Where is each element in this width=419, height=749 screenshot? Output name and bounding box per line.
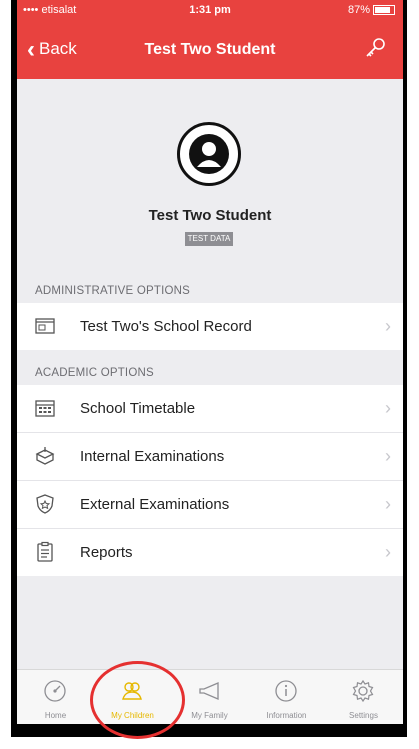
tab-label: Information	[266, 711, 307, 720]
chevron-right-icon: ›	[385, 446, 391, 466]
gauge-icon	[44, 680, 66, 702]
tab-my-family[interactable]: My Family	[171, 670, 248, 724]
chevron-right-icon: ›	[385, 494, 391, 514]
tab-label: My Family	[191, 711, 228, 720]
list-item-school-record[interactable]: Test Two's School Record ›	[17, 303, 403, 350]
list-item-label: External Examinations	[80, 496, 230, 513]
info-icon	[275, 680, 297, 702]
person-icon	[189, 134, 229, 174]
tab-bar: Home My Children My Family Information S…	[17, 669, 403, 724]
list-item-internal-examinations[interactable]: Internal Examinations ›	[17, 433, 403, 481]
clipboard-icon	[37, 541, 53, 562]
badge-shield-icon	[36, 494, 54, 514]
app-screen: •••• etisalat 1:31 pm 87% ‹ Back Test Tw…	[17, 0, 403, 724]
section-header-administrative: ADMINISTRATIVE OPTIONS	[17, 269, 403, 303]
tab-information[interactable]: Information	[248, 670, 325, 724]
list-item-school-timetable[interactable]: School Timetable ›	[17, 385, 403, 433]
list-item-label: Test Two's School Record	[80, 318, 252, 335]
header: •••• etisalat 1:31 pm 87% ‹ Back Test Tw…	[17, 0, 403, 79]
key-icon[interactable]	[363, 36, 387, 60]
list-item-label: School Timetable	[80, 400, 196, 417]
tab-label: Settings	[349, 711, 378, 720]
battery-percent: 87%	[347, 4, 370, 16]
chevron-right-icon: ›	[385, 542, 391, 562]
page-title: Test Two Student	[144, 41, 276, 58]
megaphone-icon	[199, 682, 219, 700]
chevron-right-icon: ›	[385, 316, 391, 336]
student-name: Test Two Student	[148, 207, 272, 224]
status-bar: •••• etisalat 1:31 pm 87%	[17, 0, 403, 22]
id-card-icon	[35, 318, 55, 334]
list-item-label: Internal Examinations	[80, 448, 225, 465]
chevron-right-icon: ›	[385, 398, 391, 418]
exam-box-icon	[35, 447, 55, 465]
section-label: ADMINISTRATIVE OPTIONS	[35, 285, 190, 297]
section-header-academic: ACADEMIC OPTIONS	[17, 351, 403, 385]
tab-home[interactable]: Home	[17, 670, 94, 724]
battery-icon	[373, 5, 395, 16]
admin-options-list: Test Two's School Record ›	[17, 303, 403, 350]
list-item-reports[interactable]: Reports ›	[17, 529, 403, 576]
list-item-label: Reports	[80, 544, 133, 561]
test-data-badge: TEST DATA	[185, 232, 233, 246]
nav-bar: ‹ Back Test Two Student	[17, 22, 403, 79]
list-item-external-examinations[interactable]: External Examinations ›	[17, 481, 403, 529]
avatar	[177, 122, 241, 186]
calendar-icon	[35, 400, 55, 417]
battery-indicator: 87%	[348, 4, 395, 16]
academic-options-list: School Timetable › Internal Examinations…	[17, 385, 403, 576]
tab-label: My Children	[111, 711, 154, 720]
gear-icon	[352, 679, 374, 703]
profile-section: Test Two Student TEST DATA	[17, 79, 403, 269]
children-icon	[122, 682, 142, 700]
tab-my-children[interactable]: My Children	[94, 670, 171, 724]
tab-settings[interactable]: Settings	[325, 670, 402, 724]
tab-label: Home	[44, 711, 67, 720]
section-label: ACADEMIC OPTIONS	[35, 367, 154, 379]
status-time: 1:31 pm	[189, 4, 231, 16]
